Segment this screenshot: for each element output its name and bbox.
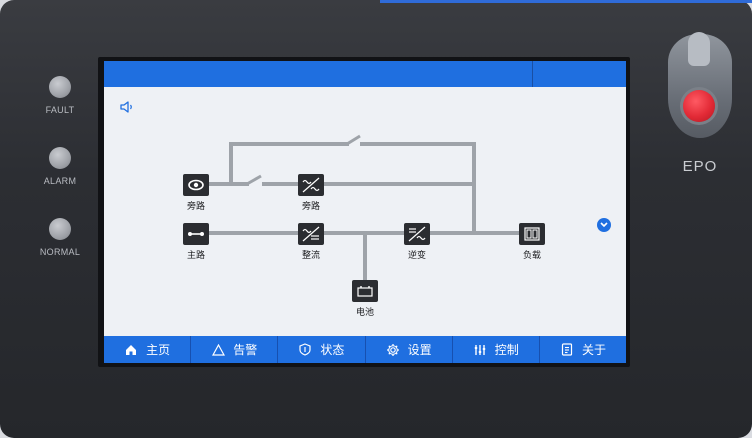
load-icon <box>519 223 545 245</box>
main-input-label: 主路 <box>186 251 205 261</box>
nav-alarm-label: 告警 <box>233 343 258 357</box>
nav-alarm[interactable]: 告警 <box>191 336 279 363</box>
normal-led <box>49 218 71 240</box>
info-doc-icon <box>560 343 574 357</box>
lcd-screen: 旁路 旁路 主路 整流 逆变 负载 电池 主页 告警 状态 设置 控制 关于 <box>104 61 626 363</box>
expand-button[interactable] <box>597 218 611 232</box>
rectifier-label: 整流 <box>301 251 320 261</box>
nav-control-label: 控制 <box>494 343 519 357</box>
control-icon <box>473 343 487 357</box>
fault-led <box>49 76 71 98</box>
load-label: 负载 <box>522 251 541 261</box>
nav-about[interactable]: 关于 <box>540 336 626 363</box>
main-input-node[interactable]: 主路 <box>161 223 231 261</box>
status-bar-divider <box>532 61 533 87</box>
bypass-switch-label: 旁路 <box>301 202 320 212</box>
bypass-input-node[interactable]: 旁路 <box>161 174 231 212</box>
main-input-icon <box>183 223 209 245</box>
gear-icon <box>386 343 400 357</box>
bypass-input-label: 旁路 <box>186 202 205 212</box>
fault-label: FAULT <box>45 105 75 115</box>
normal-label: NORMAL <box>39 247 81 257</box>
nav-settings[interactable]: 设置 <box>366 336 453 363</box>
epo-cover-tab <box>688 32 710 66</box>
nav-home[interactable]: 主页 <box>104 336 192 363</box>
top-edge-accent <box>380 0 752 3</box>
battery-label: 电池 <box>355 308 374 318</box>
nav-home-label: 主页 <box>146 343 171 357</box>
load-node[interactable]: 负载 <box>497 223 567 261</box>
alarm-label: ALARM <box>43 176 77 186</box>
epo-assembly: EPO <box>660 30 740 180</box>
nav-settings-label: 设置 <box>407 343 432 357</box>
nav-control[interactable]: 控制 <box>453 336 540 363</box>
normal-indicator: NORMAL <box>28 218 92 257</box>
alarm-led <box>49 147 71 169</box>
alarm-indicator: ALARM <box>28 147 92 186</box>
battery-icon <box>352 280 378 302</box>
bypass-input-icon <box>183 174 209 196</box>
rectifier-node[interactable]: 整流 <box>276 223 346 261</box>
bypass-static-switch-icon <box>298 174 324 196</box>
status-bar <box>104 61 626 87</box>
fault-indicator: FAULT <box>28 76 92 115</box>
inverter-node[interactable]: 逆变 <box>382 223 452 261</box>
epo-label: EPO <box>682 158 718 175</box>
epo-button[interactable] <box>683 90 715 122</box>
rectifier-icon <box>298 223 324 245</box>
nav-status[interactable]: 状态 <box>278 336 366 363</box>
inverter-icon <box>404 223 430 245</box>
home-icon <box>124 343 138 357</box>
chevron-down-icon <box>600 222 608 228</box>
shield-icon <box>298 343 312 357</box>
inverter-label: 逆变 <box>407 251 426 261</box>
bottom-nav: 主页 告警 状态 设置 控制 关于 <box>104 336 626 363</box>
nav-status-label: 状态 <box>320 343 345 357</box>
battery-node[interactable]: 电池 <box>330 280 400 318</box>
nav-about-label: 关于 <box>581 343 606 357</box>
warning-icon <box>211 343 225 357</box>
bypass-switch-node[interactable]: 旁路 <box>276 174 346 212</box>
